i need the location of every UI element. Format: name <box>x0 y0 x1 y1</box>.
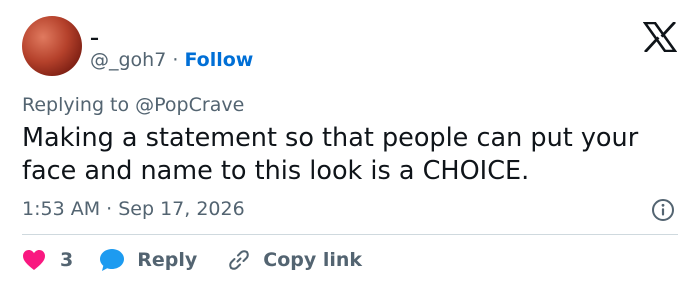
follow-button[interactable]: Follow <box>184 49 253 71</box>
reply-label: Reply <box>137 249 198 271</box>
action-bar: 3 Reply Copy link <box>22 247 362 273</box>
tweet-timestamp[interactable]: 1:53 AM · Sep 17, 2026 <box>22 197 245 221</box>
replying-to: Replying to @PopCrave <box>22 93 244 117</box>
like-count: 3 <box>60 249 74 271</box>
reply-handle-link[interactable]: @PopCrave <box>135 94 244 116</box>
like-button[interactable]: 3 <box>22 249 73 271</box>
heart-icon <box>23 250 45 270</box>
x-logo-icon[interactable] <box>643 22 677 52</box>
reply-button[interactable]: Reply <box>99 248 197 272</box>
handle-separator: · <box>166 49 185 71</box>
copy-link-label: Copy link <box>263 249 363 271</box>
divider <box>22 234 678 235</box>
speech-bubble-icon <box>100 249 125 271</box>
avatar[interactable] <box>22 16 82 76</box>
user-handle[interactable]: @_goh7 <box>90 49 166 71</box>
display-name[interactable]: – <box>90 30 99 48</box>
info-icon[interactable] <box>651 198 675 222</box>
handle-line: @_goh7 · Follow <box>90 49 253 71</box>
reply-prefix: Replying to <box>22 94 136 116</box>
tweet-text: Making a statement so that people can pu… <box>22 123 639 186</box>
link-icon <box>229 250 250 270</box>
copy-link-button[interactable]: Copy link <box>227 248 362 272</box>
